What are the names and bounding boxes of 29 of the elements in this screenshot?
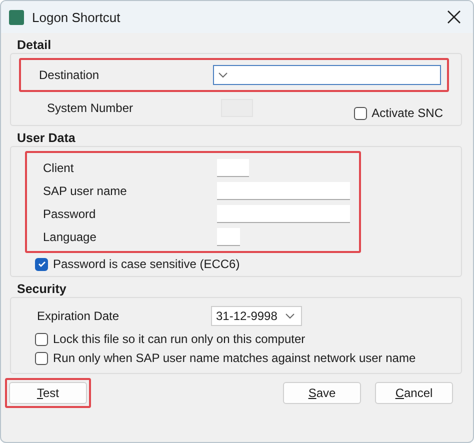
field-label: Language [43,230,98,244]
group-title: Detail [17,38,52,52]
field-label: SAP user name [43,184,128,198]
group-title: User Data [17,131,76,145]
window-title: Logon Shortcut [32,10,122,24]
dialog-button[interactable]: Test [9,382,87,404]
caret-icon [285,313,295,319]
check-icon [36,259,46,269]
input-field[interactable] [217,228,240,246]
group-title: Security [17,282,68,296]
input-field[interactable] [217,182,350,200]
dialog-button[interactable]: Cancel [375,382,453,404]
dialog-button[interactable]: Save [283,382,361,404]
input-field[interactable] [217,204,350,222]
field-label: Destination [39,68,100,82]
option-checkbox[interactable]: Lock this file so it can run only on this computer [35,332,453,346]
input-field[interactable] [217,158,249,176]
field-label: Client [43,160,75,174]
field-label: System Number [47,101,134,115]
activate-snc-checkbox[interactable]: Activate SNC [354,106,443,120]
destination-dropdown[interactable] [213,65,441,85]
field-label: Password [43,206,97,220]
option-checkbox[interactable]: Run only when SAP user name matches against network user name [35,351,453,365]
field-label: Expiration Date [37,309,120,323]
app-icon [9,10,24,24]
close-icon[interactable] [447,10,461,24]
expiration-date-dropdown[interactable]: 31-12-9998 [211,306,302,326]
caret-icon [218,72,228,78]
case-sensitive-checkbox[interactable]: Password is case sensitive (ECC6) [35,257,240,271]
